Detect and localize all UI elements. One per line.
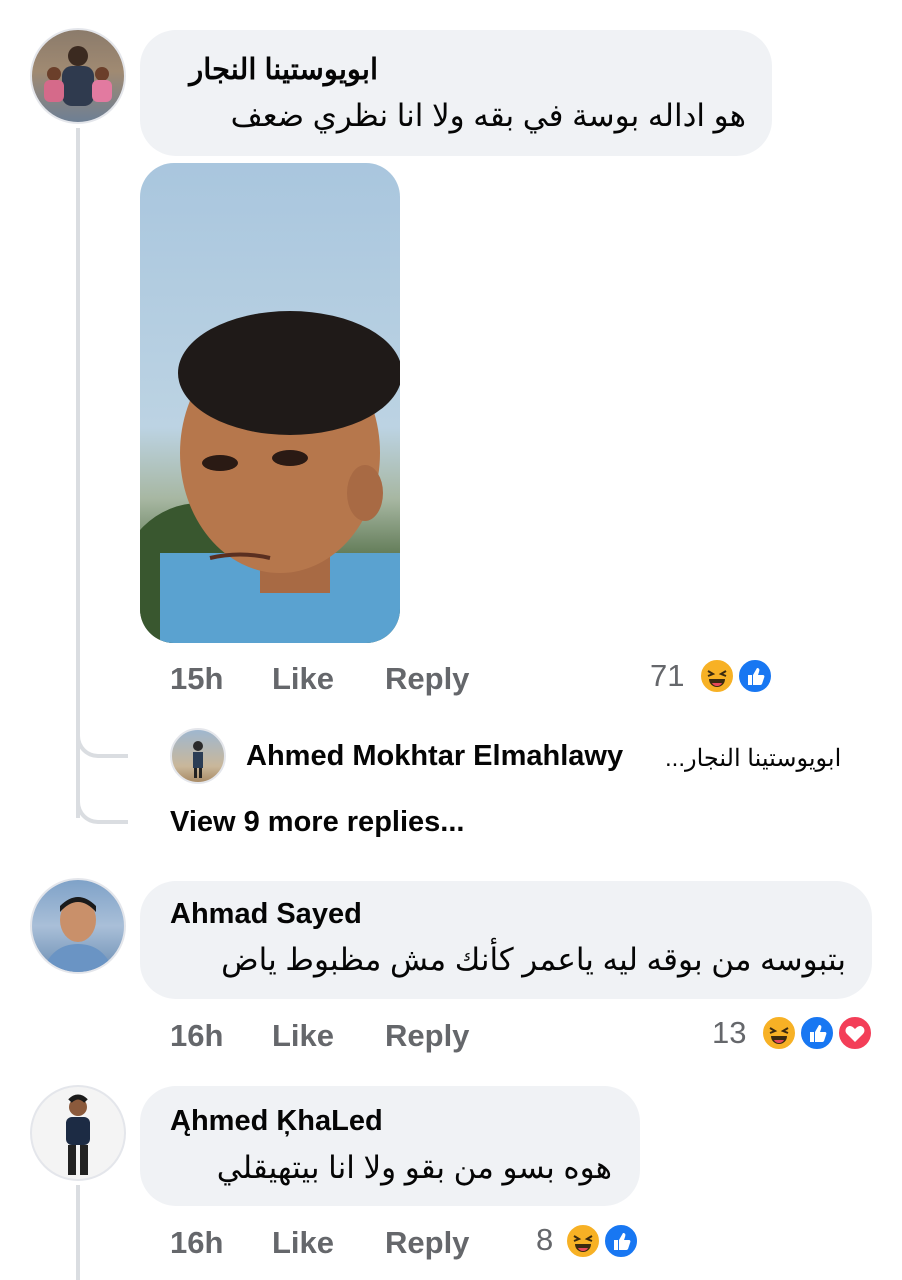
thread-line [76,1185,80,1280]
thread-branch [76,786,128,824]
reply-button[interactable]: Reply [385,1225,469,1261]
boy-photo [140,311,400,643]
reply-button[interactable]: Reply [385,661,469,697]
reaction-count[interactable]: 8 [536,1222,553,1258]
comment-text: بتبوسه من بوقه ليه ياعمر كأنك مش مظبوط ي… [221,942,846,977]
man-photo [66,1094,90,1175]
comment-time[interactable]: 16h [170,1225,223,1261]
man-photo [42,897,114,972]
haha-icon [564,1222,602,1260]
comment-time[interactable]: 15h [170,661,223,697]
thread-branch [76,720,128,758]
avatar[interactable] [30,1085,126,1181]
like-icon [602,1222,640,1260]
reply-avatar[interactable] [170,728,226,784]
reaction-count[interactable]: 71 [650,658,684,694]
reaction-count[interactable]: 13 [712,1015,746,1051]
comment-time[interactable]: 16h [170,1018,223,1054]
view-more-replies[interactable]: View 9 more replies... [170,806,464,839]
like-button[interactable]: Like [272,1018,334,1054]
reply-button[interactable]: Reply [385,1018,469,1054]
love-icon [836,1014,874,1052]
reply-preview-mention: ابويوستينا النجار... [665,745,842,772]
avatar[interactable] [30,878,126,974]
comment-image[interactable] [140,163,400,643]
haha-icon [760,1014,798,1052]
like-icon [798,1014,836,1052]
people-photo [44,46,112,106]
avatar[interactable] [30,28,126,124]
comment-author[interactable]: ابويوستينا النجار [189,52,378,87]
like-button[interactable]: Like [272,1225,334,1261]
like-icon [736,657,774,695]
comment-bubble [140,1086,640,1206]
comment-author[interactable]: Ąhmed ĶhaLed [170,1105,383,1138]
comment-text: هوه بسو من بقو ولا انا بيتهيقلي [216,1150,612,1185]
comment-text: هو اداله بوسة في بقه ولا انا نظري ضعف [230,98,746,133]
thread-line [76,128,80,818]
haha-icon [698,657,736,695]
person-photo [193,741,203,778]
comment-bubble [140,30,772,156]
comment-author[interactable]: Ahmad Sayed [170,898,362,931]
like-button[interactable]: Like [272,661,334,697]
reply-preview-author[interactable]: Ahmed Mokhtar Elmahlawy [246,740,623,773]
